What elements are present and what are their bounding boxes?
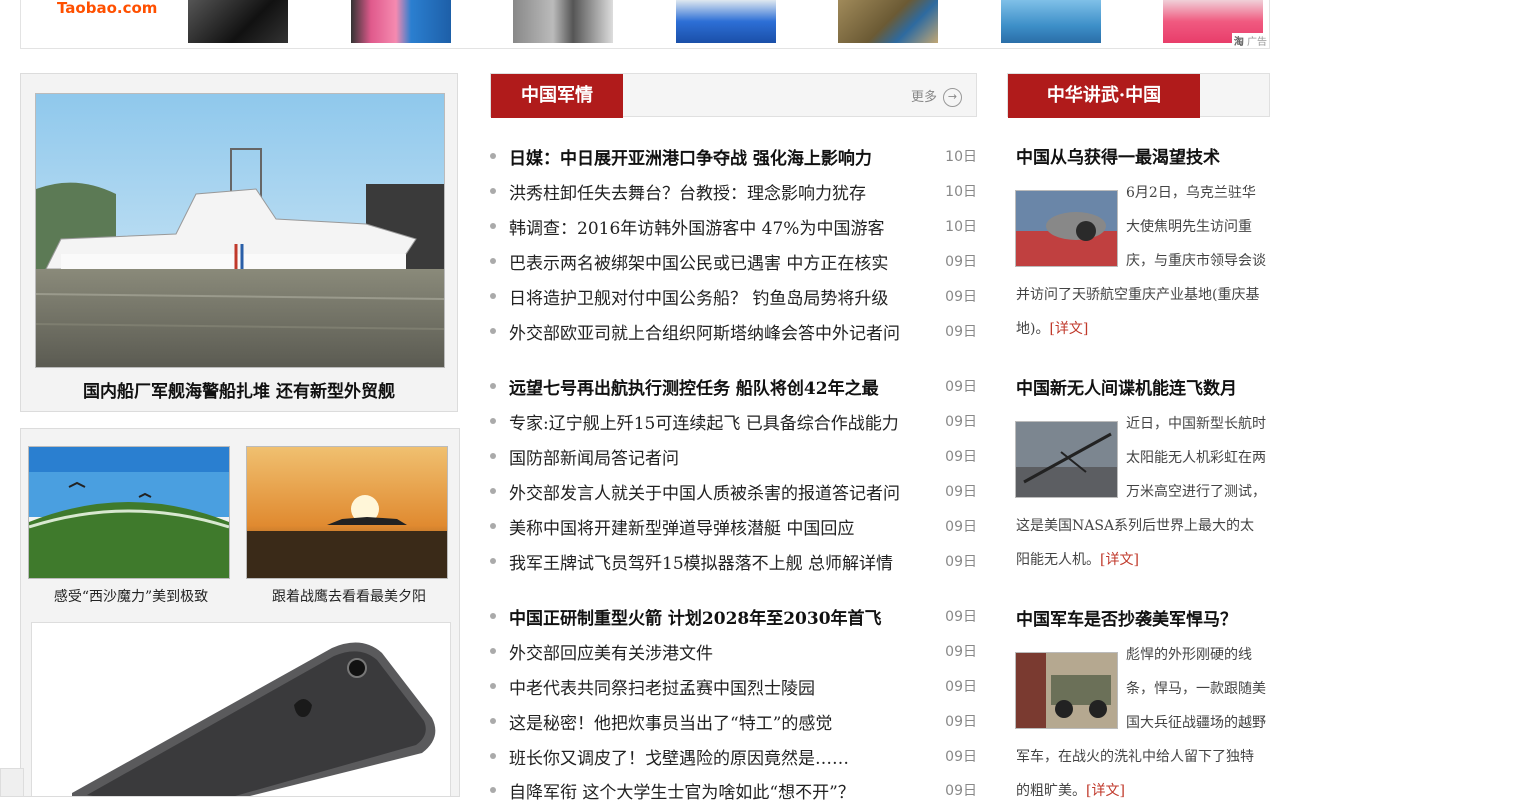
news-item[interactable]: 国防部新闻局答记者问 09日 <box>490 442 977 470</box>
news-item[interactable]: 日媒：中日展开亚洲港口争夺战 强化海上影响力 10日 <box>490 142 977 170</box>
bullet-icon <box>490 188 496 194</box>
read-more-link[interactable]: [详文] <box>1049 321 1088 337</box>
bullet-icon <box>490 787 496 793</box>
news-item[interactable]: 外交部欧亚司就上合组织阿斯塔纳峰会答中外记者问 09日 <box>490 317 977 345</box>
bullet-icon <box>490 558 496 564</box>
gallery-panel: 感受“西沙魔力”美到极致 跟着战鹰去看看最美夕阳 <box>20 428 460 797</box>
bullet-icon <box>490 613 496 619</box>
china-section-title[interactable]: 中华讲武·中国 <box>1008 74 1200 118</box>
feature-ship-image[interactable] <box>35 93 445 368</box>
article-title[interactable]: 中国军车是否抄袭美军悍马？ <box>1016 605 1237 630</box>
bullet-icon <box>490 153 496 159</box>
news-item[interactable]: 中国正研制重型火箭 计划2028年至2030年首飞 09日 <box>490 602 977 630</box>
island-photo[interactable] <box>28 446 230 579</box>
black-slippers-thumb[interactable] <box>188 0 288 43</box>
ad-banner[interactable]: Taobao.com 淘 广告 <box>20 0 1270 49</box>
feature-caption[interactable]: 国内船厂军舰海警船扎堆 还有新型外贸舰 <box>21 377 457 402</box>
article-summary: 6月2日，乌克兰驻华大使焦明先生访问重庆，与重庆市领导会谈并访问了天骄航空重庆产… <box>1016 185 1266 337</box>
bullet-icon <box>490 223 496 229</box>
news-item[interactable]: 远望七号再出航执行测控任务 船队将创42年之最 09日 <box>490 372 977 400</box>
side-tab[interactable] <box>0 768 24 797</box>
gallery-caption[interactable]: 感受“西沙魔力”美到极致 <box>21 586 241 606</box>
bullet-icon <box>490 293 496 299</box>
bullet-icon <box>490 383 496 389</box>
bullet-icon <box>490 718 496 724</box>
news-item[interactable]: 这是秘密！他把炊事员当出了“特工”的感觉 09日 <box>490 707 977 735</box>
bullet-icon <box>490 453 496 459</box>
news-item[interactable]: 洪秀柱卸任失去舞台？台教授：理念影响力犹存 10日 <box>490 177 977 205</box>
article-summary: 彪悍的外形刚硬的线条，悍马，一款跟随美国大兵征战疆场的越野军车，在战火的洗礼中给… <box>1016 647 1266 799</box>
iphone-ad-image[interactable] <box>31 622 451 796</box>
ad-label: 淘 广告 <box>1231 33 1269 48</box>
bullet-icon <box>490 418 496 424</box>
news-item[interactable]: 我军王牌试飞员驾歼15模拟器落不上舰 总师解详情 09日 <box>490 547 977 575</box>
article-title[interactable]: 中国新无人间谍机能连飞数月 <box>1016 374 1237 399</box>
news-item[interactable]: 中老代表共同祭扫老挝孟赛中国烈士陵园 09日 <box>490 672 977 700</box>
news-item[interactable]: 外交部回应美有关涉港文件 09日 <box>490 637 977 665</box>
news-item[interactable]: 韩调查：2016年访韩外国游客中 47%为中国游客 10日 <box>490 212 977 240</box>
gallery-caption[interactable]: 跟着战鹰去看看最美夕阳 <box>239 586 459 606</box>
bullet-icon <box>490 523 496 529</box>
read-more-link[interactable]: [详文] <box>1100 552 1139 568</box>
bullet-icon <box>490 648 496 654</box>
bullet-icon <box>490 753 496 759</box>
blue-slippers-thumb[interactable] <box>676 0 776 43</box>
news-item[interactable]: 外交部发言人就关于中国人质被杀害的报道答记者问 09日 <box>490 477 977 505</box>
bullet-icon <box>490 328 496 334</box>
news-item[interactable]: 自降军衔 这个大学生士官为啥如此“想不开”？ 09日 <box>490 776 977 804</box>
news-item[interactable]: 巴表示两名被绑架中国公民或已遇害 中方正在核实 09日 <box>490 247 977 275</box>
sunset-jet-photo[interactable] <box>246 446 448 579</box>
arrow-right-icon: → <box>943 88 962 107</box>
news-item[interactable]: 日将造护卫舰对付中国公务船？ 钓鱼岛局势将升级 09日 <box>490 282 977 310</box>
news-item[interactable]: 美称中国将开建新型弹道导弹核潜艇 中国回应 09日 <box>490 512 977 540</box>
taobao-logo[interactable]: Taobao.com <box>57 0 157 17</box>
article-title[interactable]: 中国从乌获得一最渴望技术 <box>1016 143 1220 168</box>
pink-slippers-thumb[interactable] <box>351 0 451 43</box>
bullet-icon <box>490 683 496 689</box>
military-section-header: 中国军情 更多 → <box>490 73 977 118</box>
gray-carpet-thumb[interactable] <box>513 0 613 43</box>
news-item[interactable]: 专家:辽宁舰上歼15可连续起飞 已具备综合作战能力 09日 <box>490 407 977 435</box>
feature-panel: 国内船厂军舰海警船扎堆 还有新型外贸舰 <box>20 73 458 412</box>
outdoor-shoe-thumb[interactable] <box>838 0 938 43</box>
article-summary: 近日，中国新型长航时太阳能无人机彩虹在两万米高空进行了测试，这是美国NASA系列… <box>1016 416 1266 568</box>
bullet-icon <box>490 258 496 264</box>
bullet-icon <box>490 488 496 494</box>
military-section-title[interactable]: 中国军情 <box>491 74 623 118</box>
china-section-header: 中华讲武·中国 <box>1007 73 1270 118</box>
blue-towel-thumb[interactable] <box>1001 0 1101 43</box>
news-item[interactable]: 班长你又调皮了！戈壁遇险的原因竟然是…… 09日 <box>490 742 977 770</box>
more-link[interactable]: 更多 → <box>911 86 962 107</box>
